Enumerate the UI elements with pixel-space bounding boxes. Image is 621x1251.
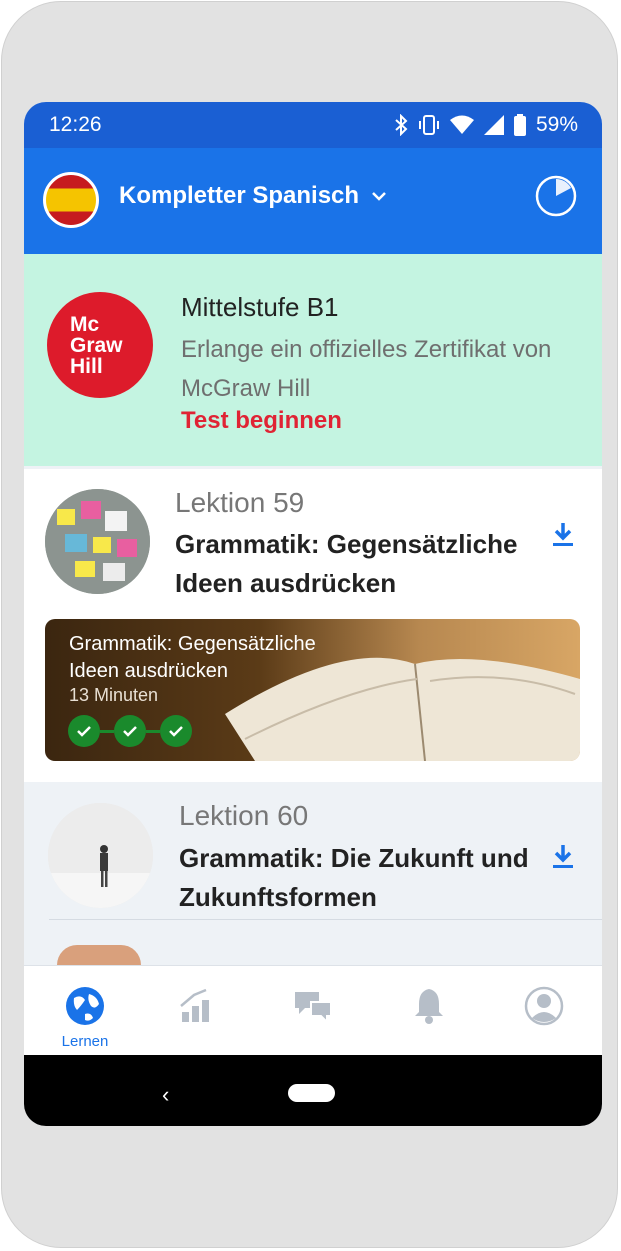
progress-ring-icon[interactable]: [534, 174, 578, 218]
lesson-card-60[interactable]: Lektion 60 Grammatik: Die Zukunft und Zu…: [24, 785, 602, 965]
promo-title: Mittelstufe B1: [181, 292, 339, 322]
spain-flag-icon[interactable]: [43, 172, 99, 228]
wifi-icon: [449, 115, 474, 134]
phone-frame: 12:26 59% Kompletter Spanisch Mc Graw Hi…: [1, 1, 618, 1248]
lesson-title: Grammatik: Gegensätzliche Ideen ausdrück…: [175, 529, 518, 598]
download-icon[interactable]: [551, 521, 575, 549]
tab-profile[interactable]: [504, 986, 584, 1031]
tab-notifications[interactable]: [389, 986, 469, 1031]
vibrate-icon: [418, 115, 439, 135]
tab-label: Lernen: [61, 1033, 109, 1050]
tab-learn[interactable]: Lernen: [45, 986, 125, 1050]
tab-community[interactable]: [273, 986, 353, 1031]
chat-icon: [295, 992, 332, 1025]
chevron-down-icon: [372, 192, 386, 201]
progress-steps: [68, 715, 192, 747]
battery-icon: [513, 114, 526, 136]
bell-icon: [415, 989, 443, 1024]
lesson-thumbnail: [48, 803, 153, 908]
activity-title: Grammatik: Gegensätzliche Ideen ausdrück…: [69, 633, 316, 682]
lesson-title: Grammatik: Die Zukunft und Zukunftsforme…: [179, 843, 529, 912]
status-bar: 12:26 59%: [24, 102, 602, 148]
stats-icon: [180, 988, 209, 1022]
lesson-number: Lektion 59: [175, 487, 305, 518]
check-icon: [68, 715, 100, 747]
status-time: 12:26: [49, 113, 102, 136]
lesson-card-59[interactable]: Lektion 59 Grammatik: Gegensätzliche Ide…: [24, 469, 602, 782]
lesson-thumbnail: [45, 489, 150, 594]
globe-icon: [66, 987, 104, 1025]
back-icon[interactable]: ‹: [162, 1082, 169, 1108]
home-pill-icon[interactable]: [288, 1084, 335, 1102]
bluetooth-icon: [395, 114, 408, 136]
download-icon[interactable]: [551, 843, 575, 871]
course-selector[interactable]: Kompletter Spanisch: [119, 182, 387, 210]
profile-icon: [524, 986, 564, 1026]
battery-percent: 59%: [535, 113, 578, 136]
check-icon: [114, 715, 146, 747]
promo-description: Erlange ein offizielles Zertifikat von M…: [181, 336, 552, 402]
app-screen: 12:26 59% Kompletter Spanisch Mc Graw Hi…: [24, 102, 602, 1126]
next-lesson-thumbnail-partial: [57, 945, 141, 965]
lesson-number: Lektion 60: [179, 800, 309, 831]
system-nav-bar: ‹: [24, 1055, 602, 1126]
activity-banner[interactable]: Grammatik: Gegensätzliche Ideen ausdrück…: [45, 619, 580, 761]
status-icons: 59%: [394, 113, 578, 137]
tab-progress[interactable]: [156, 986, 236, 1031]
signal-icon: [483, 115, 504, 135]
app-header: Kompletter Spanisch: [24, 148, 602, 254]
mcgraw-hill-logo: Mc Graw Hill: [47, 292, 153, 398]
course-title: Kompletter Spanisch: [119, 182, 360, 209]
divider: [49, 919, 602, 920]
activity-duration: 13 Minuten: [69, 685, 159, 705]
start-test-link[interactable]: Test beginnen: [181, 407, 342, 435]
check-icon: [160, 715, 192, 747]
bottom-tab-bar: Lernen: [24, 965, 602, 1056]
